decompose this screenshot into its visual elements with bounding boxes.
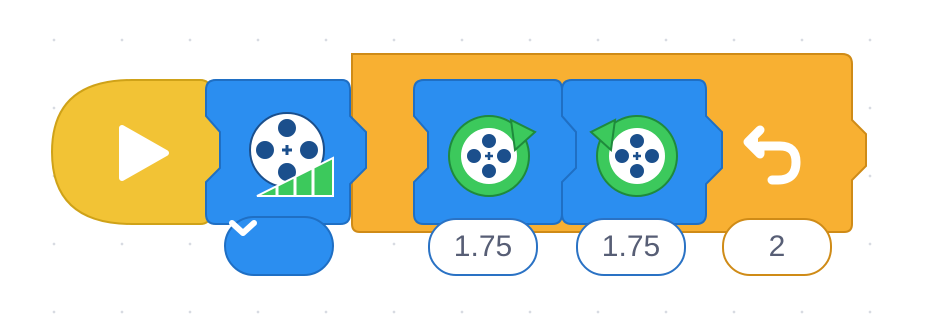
motor-clockwise-block[interactable] <box>413 79 577 225</box>
motor-counterclockwise-block[interactable] <box>561 79 723 225</box>
code-canvas[interactable]: 1.75 1.75 2 <box>0 0 935 322</box>
motor-power-dropdown[interactable] <box>224 216 334 276</box>
motor-power-block[interactable] <box>205 79 367 225</box>
counterclockwise-rotations-input[interactable]: 1.75 <box>576 218 686 276</box>
repeat-count-input[interactable]: 2 <box>722 218 832 276</box>
clockwise-rotations-input[interactable]: 1.75 <box>428 218 538 276</box>
start-block[interactable] <box>50 79 225 225</box>
chevron-down-icon <box>229 220 257 236</box>
